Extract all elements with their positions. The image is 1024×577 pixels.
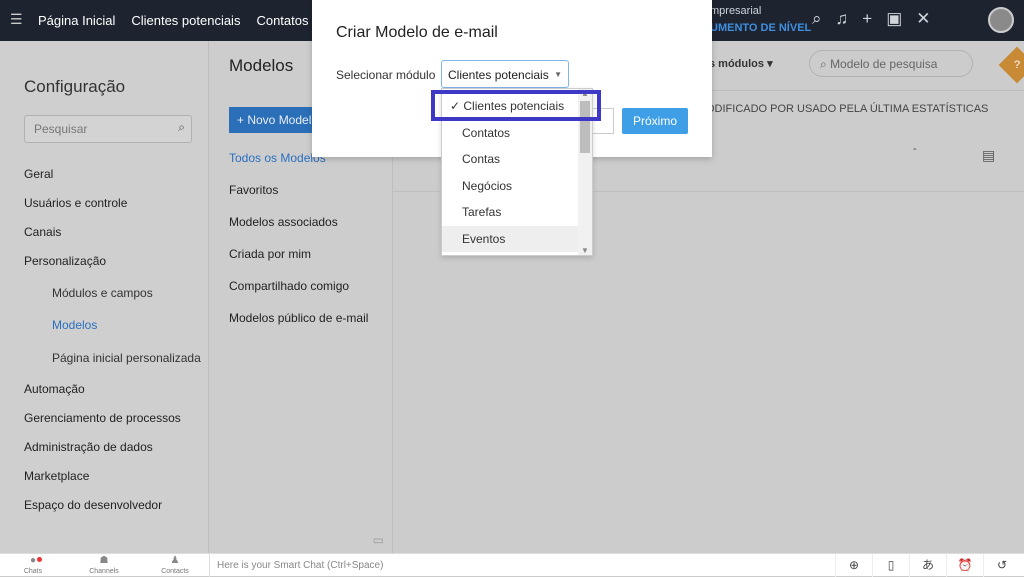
dialog-title: Criar Modelo de e-mail	[336, 24, 498, 41]
module-filter-label: s módulos	[709, 58, 765, 70]
folder-favorites[interactable]: Favoritos	[229, 183, 278, 197]
settings-tools-icon[interactable]: ✕	[916, 9, 930, 29]
nav-home[interactable]: Página Inicial	[38, 13, 115, 28]
sidebar-item-templates[interactable]: Modelos	[52, 318, 97, 332]
folder-shared[interactable]: Compartilhado comigo	[229, 279, 349, 293]
sidebar-item-modules[interactable]: Módulos e campos	[52, 286, 153, 300]
help-icon: ?	[1013, 59, 1021, 71]
folder-associated[interactable]: Modelos associados	[229, 215, 338, 229]
clipboard-icon[interactable]: ▯	[872, 554, 909, 577]
sidebar-item-channels[interactable]: Canais	[24, 225, 61, 239]
sidebar-item-users[interactable]: Usuários e controle	[24, 196, 127, 210]
smart-chat-input[interactable]: Here is your Smart Chat (Ctrl+Space)	[209, 554, 834, 577]
sidebar-search-input[interactable]: Pesquisar ⌕	[24, 115, 192, 143]
option-accounts[interactable]: Contas	[442, 146, 579, 173]
sidebar-item-process[interactable]: Gerenciamento de processos	[24, 411, 181, 425]
menu-icon[interactable]: ☰	[10, 11, 23, 28]
option-deals[interactable]: Negócios	[442, 173, 579, 200]
search-icon: ⌕	[178, 120, 185, 134]
folder-public[interactable]: Modelos público de e-mail	[229, 311, 368, 325]
templates-title: Modelos	[229, 56, 294, 75]
upgrade-link[interactable]: UMENTO DE NÍVEL	[710, 22, 811, 34]
contact-icon: ♟	[170, 555, 180, 566]
contacts-label: Contacts	[161, 568, 189, 575]
contacts-button[interactable]: ♟ Contacts	[155, 555, 195, 575]
gamepad-icon[interactable]: ⊕	[835, 554, 872, 577]
module-filter-dropdown[interactable]: s módulos ▾	[709, 57, 773, 70]
edition-label: mpresarial	[710, 5, 762, 17]
module-select[interactable]: Clientes potenciais ▼	[441, 60, 569, 88]
nav-contacts[interactable]: Contatos	[256, 13, 308, 28]
chats-label: Chats	[23, 568, 43, 575]
file-icon[interactable]: ▤	[982, 147, 995, 164]
alarm-icon[interactable]: ⏰	[946, 554, 983, 577]
sidebar-item-marketplace[interactable]: Marketplace	[24, 469, 89, 483]
template-search-input[interactable]: ⌕ Modelo de pesquisa	[809, 50, 973, 77]
scroll-down-icon[interactable]: ▼	[581, 246, 589, 255]
sidebar-title: Configuração	[24, 77, 126, 96]
sidebar-item-data-admin[interactable]: Administração de dados	[24, 440, 153, 454]
collapse-icon[interactable]: ▭	[373, 533, 384, 547]
selected-module: Clientes potenciais	[448, 68, 549, 82]
nav-leads[interactable]: Clientes potenciais	[131, 13, 240, 28]
next-button[interactable]: Próximo	[622, 108, 688, 134]
bottom-bar: ● Chats ☗ Channels ♟ Contacts Here is your …	[0, 553, 1024, 577]
channels-button[interactable]: ☗ Channels	[84, 555, 124, 575]
column-headers: ODIFICADO POR USADO PELA ÚLTIMA ESTATÍST…	[706, 103, 989, 115]
sidebar-item-automation[interactable]: Automação	[24, 382, 85, 396]
sidebar-item-general[interactable]: Geral	[24, 167, 53, 181]
settings-sidebar: Configuração Pesquisar ⌕ Geral Usuários e…	[0, 41, 209, 553]
sidebar-item-customization[interactable]: Personalização	[24, 254, 106, 268]
sidebar-item-developer[interactable]: Espaço do desenvolvedor	[24, 498, 162, 512]
translate-icon[interactable]: あ	[909, 554, 946, 577]
avatar[interactable]	[988, 7, 1014, 33]
channels-label: Channels	[89, 568, 119, 575]
plus-icon[interactable]: +	[862, 9, 872, 29]
highlight-box	[431, 90, 601, 121]
module-label: Selecionar módulo	[336, 68, 436, 82]
search-icon[interactable]: ⌕	[812, 9, 822, 29]
option-tasks[interactable]: Tarefas	[442, 199, 579, 226]
sidebar-item-home-page[interactable]: Página inicial personalizada	[52, 351, 201, 365]
bell-icon[interactable]: ♫	[836, 9, 849, 29]
notification-dot	[37, 557, 42, 562]
search-placeholder: Modelo de pesquisa	[830, 57, 938, 71]
cell-value: -	[913, 143, 917, 155]
chats-button[interactable]: ● Chats	[13, 555, 53, 575]
caret-down-icon: ▼	[554, 70, 562, 79]
history-icon[interactable]: ↺	[983, 554, 1020, 577]
option-events[interactable]: Eventos	[442, 225, 579, 252]
option-contacts[interactable]: Contatos	[442, 120, 579, 147]
search-placeholder: Pesquisar	[34, 122, 88, 136]
channels-icon: ☗	[99, 555, 109, 566]
chat-icon: ●	[29, 555, 37, 566]
calendar-icon[interactable]: ▣	[886, 9, 902, 29]
folder-created-by-me[interactable]: Criada por mim	[229, 247, 311, 261]
